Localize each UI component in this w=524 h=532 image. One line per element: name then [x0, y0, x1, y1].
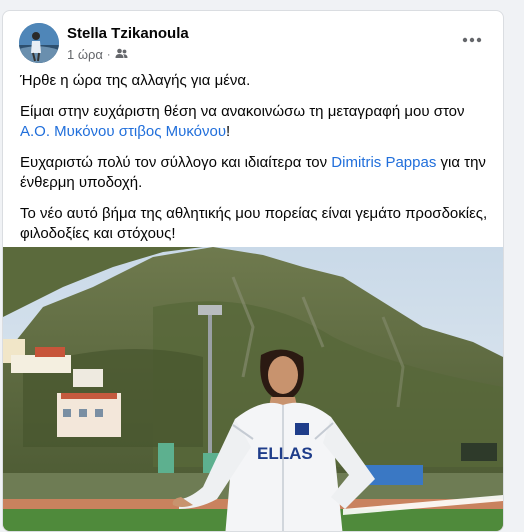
post-header: Stella Tzikanoula 1 ώρα ·: [3, 11, 503, 67]
paragraph-3-text: Ευχαριστώ πολύ τον σύλλογο και ιδιαίτερα…: [20, 154, 332, 171]
post-paragraph-1: Ήρθε η ώρα της αλλαγής για μένα.: [20, 71, 490, 91]
person-mention-link[interactable]: Dimitris Pappas: [331, 154, 436, 171]
meta-separator: ·: [106, 48, 111, 61]
paragraph-2-text: Είμαι στην ευχάριστη θέση να ανακοινώσω …: [20, 103, 465, 120]
avatar[interactable]: [19, 23, 59, 63]
jacket-text: ELLAS: [257, 444, 313, 463]
post-paragraph-2: Είμαι στην ευχάριστη θέση να ανακοινώσω …: [20, 102, 490, 142]
post-paragraph-3: Ευχαριστώ πολύ τον σύλλογο και ιδιαίτερα…: [20, 153, 490, 193]
post-meta: 1 ώρα ·: [67, 47, 128, 62]
post-card: Stella Tzikanoula 1 ώρα · Ήρθε η ώρα της: [2, 10, 504, 532]
post-photo[interactable]: ELLAS: [3, 247, 503, 531]
post-paragraph-1-text: Ήρθε η ώρα της αλλαγής για μένα.: [20, 72, 251, 89]
club-mention-link[interactable]: Α.Ο. Μυκόνου στιβος Μυκόνου: [20, 123, 226, 140]
post-timestamp[interactable]: 1 ώρα: [67, 47, 103, 62]
post-text: Ήρθε η ώρα της αλλαγής για μένα. Είμαι σ…: [20, 71, 490, 255]
friends-icon[interactable]: [115, 47, 128, 62]
paragraph-2-end: !: [226, 123, 231, 140]
author-name[interactable]: Stella Tzikanoula: [67, 25, 189, 42]
post-paragraph-4-text: Το νέο αυτό βήμα της αθλητικής μου πορεί…: [20, 205, 488, 242]
more-options-icon[interactable]: [455, 27, 489, 53]
post-paragraph-4: Το νέο αυτό βήμα της αθλητικής μου πορεί…: [20, 204, 490, 244]
